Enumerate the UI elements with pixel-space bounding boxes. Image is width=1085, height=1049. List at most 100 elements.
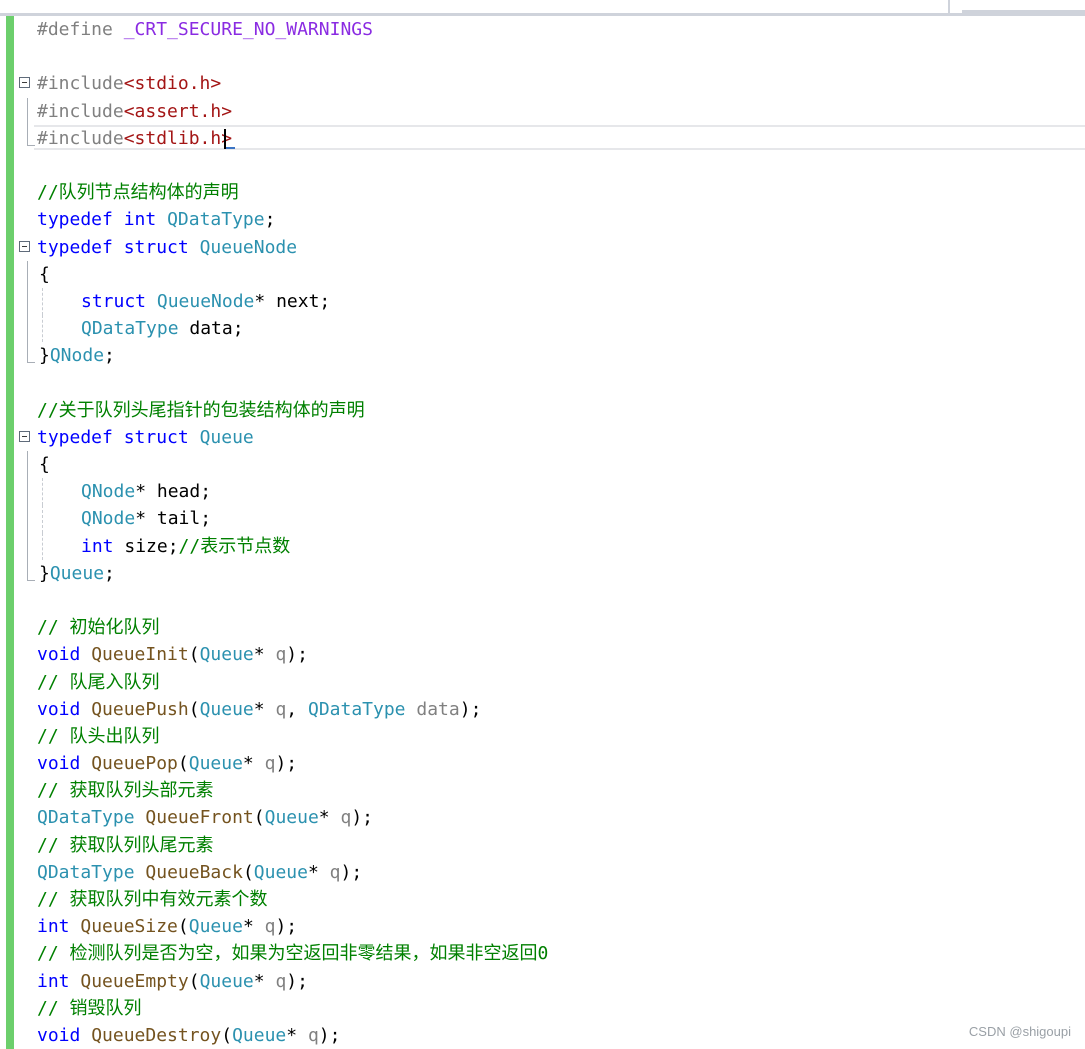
token: QueuePop: [91, 753, 178, 775]
token: int: [81, 535, 125, 557]
token: );: [351, 807, 374, 829]
code-line-19: QNode* tail;: [0, 505, 1085, 533]
code-line-25: // 队尾入队列: [0, 669, 1085, 696]
code-line-32: QDataType QueueBack(Queue* q);: [0, 859, 1085, 886]
fold-collapse-icon[interactable]: [19, 430, 30, 442]
token: #include: [37, 100, 124, 122]
token: q: [307, 1024, 319, 1046]
code-line-29: // 获取队列头部元素: [0, 777, 1085, 804]
token: );: [286, 970, 308, 992]
token: <stdlib.h: [123, 127, 222, 149]
code-line-10: {: [0, 260, 1085, 288]
code-line-16: typedef struct Queue: [0, 424, 1085, 451]
token: #define: [37, 19, 124, 40]
code-line-1: #define _CRT_SECURE_NO_WARNINGS: [0, 16, 1085, 43]
code-line-21: }Queue;: [0, 559, 1085, 587]
indent-guide: [42, 505, 43, 533]
token: typedef: [37, 236, 124, 258]
token: void: [37, 644, 92, 666]
token: typedef: [37, 209, 124, 231]
code-line-15: //关于队列头尾指针的包装结构体的声明: [0, 397, 1085, 424]
editor-top-border: [0, 0, 1085, 16]
fold-collapse-icon[interactable]: [19, 77, 30, 89]
token: QNode: [49, 345, 105, 367]
indent-guide: [42, 532, 43, 560]
token: void: [37, 1024, 92, 1046]
token: );: [340, 861, 363, 883]
editor-tab[interactable]: [962, 0, 1085, 13]
token: struct: [123, 236, 200, 258]
token: #include: [37, 127, 124, 149]
code-line-23: // 初始化队列: [0, 614, 1085, 641]
token: Queue: [199, 426, 254, 448]
token: (: [253, 807, 265, 829]
token: Queue: [232, 1024, 287, 1046]
code-editor[interactable]: #define _CRT_SECURE_NO_WARNINGS #include…: [0, 16, 1085, 1049]
token: Queue: [253, 861, 308, 883]
token: ;: [264, 209, 276, 231]
token: QueueDestroy: [91, 1024, 222, 1046]
code-line-28: void QueuePop(Queue* q);: [0, 750, 1085, 777]
token: {: [39, 263, 50, 285]
code-line-7: //队列节点结构体的声明: [0, 179, 1085, 206]
token: QNode: [81, 481, 136, 503]
token: *: [253, 970, 276, 992]
token: q: [264, 916, 276, 938]
code-line-36: int QueueEmpty(Queue* q);: [0, 968, 1085, 995]
token: QueuePush: [91, 698, 189, 720]
code-line-3: #include<stdio.h>: [0, 70, 1085, 97]
token: q: [329, 861, 341, 883]
token: QueueNode: [199, 236, 298, 258]
code-line-17: {: [0, 451, 1085, 479]
code-line-26: void QueuePush(Queue* q, QDataType data)…: [0, 696, 1085, 723]
token: ,: [286, 698, 308, 720]
token: size;: [124, 535, 179, 557]
token: *: [307, 861, 330, 883]
token: * head;: [135, 481, 212, 503]
watermark: CSDN @shigoupi: [968, 1024, 1071, 1039]
token: *: [253, 644, 276, 666]
fold-guide-end: [27, 124, 35, 146]
token: int: [37, 916, 81, 938]
token: QDataType: [307, 698, 406, 720]
fold-collapse-icon[interactable]: [19, 240, 30, 252]
token: q: [275, 644, 287, 666]
token: q: [275, 698, 287, 720]
token: (: [188, 970, 200, 992]
token: void: [37, 698, 92, 720]
brace-match-underline: [226, 146, 235, 149]
fold-guide: [27, 451, 28, 479]
token: Queue: [188, 753, 243, 775]
token: // 初始化队列: [37, 617, 160, 639]
token: QDataType: [37, 807, 135, 829]
fold-guide-end: [27, 342, 35, 364]
token: //队列节点结构体的声明: [37, 182, 239, 204]
token: // 获取队列头部元素: [37, 780, 214, 802]
token: Queue: [199, 970, 254, 992]
token: *: [242, 916, 265, 938]
code-line-31: // 获取队列队尾元素: [0, 832, 1085, 859]
token: q: [340, 807, 352, 829]
token: // 队头出队列: [37, 725, 160, 747]
code-line-20: int size;//表示节点数: [0, 532, 1085, 560]
token: *: [253, 698, 276, 720]
indent-guide: [42, 478, 43, 506]
token: //表示节点数: [178, 535, 291, 557]
token: Queue: [199, 698, 254, 720]
token: QueueSize: [80, 916, 178, 938]
token: data;: [178, 318, 244, 340]
fold-guide-end: [27, 559, 35, 581]
token: q: [275, 970, 287, 992]
token: struct: [81, 290, 157, 312]
text-caret: [224, 128, 226, 149]
token: );: [459, 698, 482, 720]
token: }: [39, 345, 50, 367]
token: );: [275, 916, 298, 938]
token: Queue: [49, 562, 105, 584]
token: // 获取队列队尾元素: [37, 834, 214, 856]
